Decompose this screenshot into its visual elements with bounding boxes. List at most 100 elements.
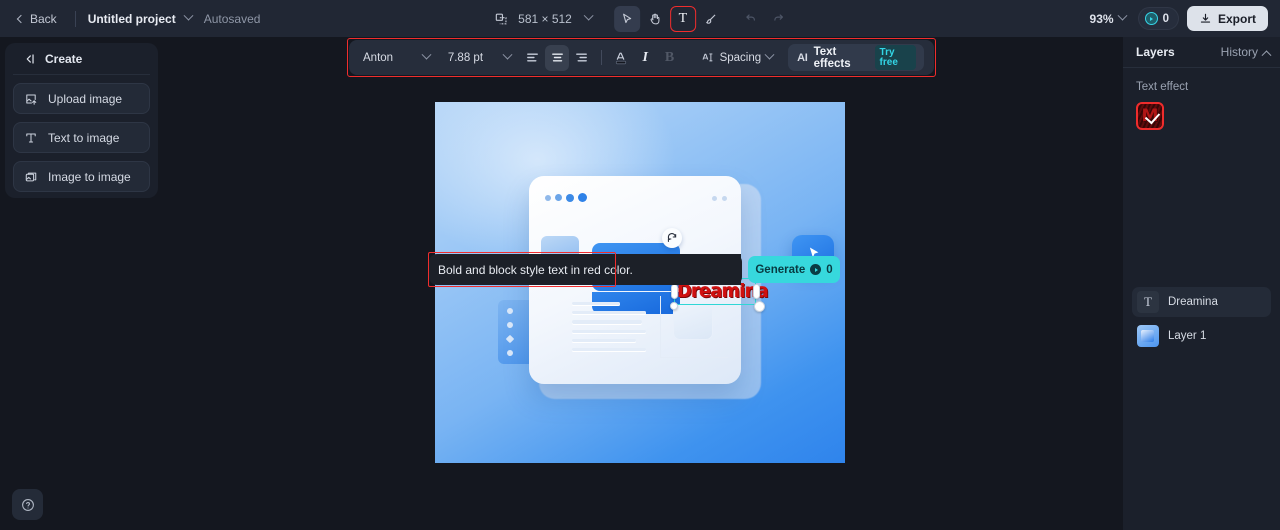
try-free-badge: Try free	[874, 45, 917, 70]
top-bar-right: 93% 0 Export	[1086, 0, 1268, 37]
autosaved-status: Autosaved	[203, 11, 261, 26]
tab-history[interactable]: History	[1220, 45, 1272, 60]
image-to-image-icon	[25, 172, 37, 181]
top-bar-tools: 581 × 512 T	[488, 0, 792, 37]
text-effect-section: Text effect M	[1123, 68, 1280, 130]
zoom-control[interactable]: 93%	[1086, 9, 1130, 29]
generate-button-label: Generate	[755, 263, 806, 276]
generate-credits: 0	[826, 263, 833, 276]
sidebar-item-label: Text to image	[48, 130, 120, 145]
resize-handle-middle-left[interactable]	[670, 284, 678, 299]
font-size-select[interactable]: 7.88 pt	[444, 45, 515, 70]
italic-button[interactable]: I	[633, 45, 657, 71]
text-effect-thumbnail[interactable]: M	[1136, 102, 1164, 130]
text-to-image-icon	[26, 132, 36, 143]
layer-row-layer-1[interactable]: Layer 1	[1132, 321, 1271, 351]
bold-button[interactable]: B	[657, 45, 681, 71]
text-format-toolbar: Anton 7.88 pt I B Spacing AI Text effect…	[349, 40, 934, 75]
top-bar-left: Back Untitled project Autosaved	[0, 8, 260, 30]
create-sidebar: Create Upload image Text to image Image …	[5, 43, 158, 198]
text-tool-label: T	[678, 10, 688, 26]
rotate-icon[interactable]	[662, 228, 682, 248]
help-button[interactable]	[12, 489, 43, 520]
artboard-icon[interactable]	[488, 6, 514, 32]
credit-coin-icon	[810, 264, 822, 275]
sidebar-item-image-to-image[interactable]: Image to image	[13, 161, 150, 192]
font-family-value: Anton	[363, 51, 394, 64]
chevron-down-icon	[1117, 10, 1128, 21]
sidebar-item-label: Upload image	[48, 91, 123, 106]
sidebar-title: Create	[45, 51, 83, 66]
select-tool[interactable]	[613, 5, 640, 32]
text-color-icon	[615, 52, 626, 64]
align-center-button[interactable]	[544, 44, 570, 71]
align-center-icon	[551, 53, 563, 62]
text-color-button[interactable]	[609, 45, 633, 71]
illustration: 8/50 Dreamina	[498, 176, 834, 408]
redo-button[interactable]	[766, 6, 792, 32]
text-lines	[572, 302, 650, 357]
app-root: Back Untitled project Autosaved 581 × 51…	[0, 0, 1280, 530]
right-panel: Layers History Text effect M T Dreamina …	[1123, 37, 1280, 530]
project-menu-button[interactable]	[176, 10, 200, 22]
chevron-left-icon	[16, 14, 26, 23]
text-layer-icon: T	[1137, 291, 1159, 313]
undo-button[interactable]	[738, 6, 764, 32]
tab-layers[interactable]: Layers	[1136, 45, 1175, 59]
sidebar-item-upload-image[interactable]: Upload image	[13, 83, 150, 114]
project-name[interactable]: Untitled project	[88, 12, 176, 26]
resize-handle-bottom-left[interactable]	[670, 302, 678, 310]
spacing-label: Spacing	[719, 51, 762, 64]
window-top-dots	[712, 196, 727, 201]
prompt-input[interactable]: Bold and block style text in red color.	[429, 254, 741, 285]
right-panel-header: Layers History	[1123, 37, 1280, 68]
italic-label: I	[642, 49, 648, 65]
text-tool[interactable]: T	[669, 5, 696, 32]
credits-badge[interactable]: 0	[1137, 7, 1179, 30]
layer-label: Dreamina	[1168, 296, 1218, 308]
sidebar-item-text-to-image[interactable]: Text to image	[13, 122, 150, 153]
text-effect-label: Text effect	[1136, 81, 1189, 93]
chevron-up-icon	[1261, 49, 1272, 60]
brush-tool[interactable]	[698, 6, 724, 32]
resize-handle-bottom-right[interactable]	[754, 301, 765, 312]
align-left-icon	[527, 53, 539, 62]
prompt-value: Bold and block style text in red color.	[438, 262, 633, 277]
image-layer-thumbnail	[1137, 325, 1159, 347]
back-button-label: Back	[30, 11, 57, 26]
divider	[600, 50, 602, 65]
upload-image-icon	[26, 93, 37, 105]
layer-row-dreamina[interactable]: T Dreamina	[1132, 287, 1271, 317]
chevron-down-icon	[583, 10, 594, 21]
font-size-value: 7.88 pt	[447, 51, 484, 64]
ai-badge-label: AI	[797, 51, 808, 64]
collapse-panel-icon	[26, 53, 34, 64]
align-right-icon	[576, 53, 587, 62]
hand-tool[interactable]	[642, 6, 668, 32]
canvas-size-value: 581 × 512	[518, 11, 572, 26]
chevron-down-icon	[502, 49, 513, 60]
chevron-down-icon	[764, 49, 775, 60]
download-icon	[1200, 13, 1211, 23]
bold-label: B	[664, 49, 675, 65]
sidebar-header[interactable]: Create	[13, 43, 150, 75]
export-button[interactable]: Export	[1186, 6, 1268, 31]
ai-text-effects-button[interactable]: AI Text effects Try free	[788, 44, 925, 71]
canvas-size-menu-button[interactable]	[576, 10, 600, 22]
font-family-select[interactable]: Anton	[359, 45, 434, 70]
resize-handle-middle-right[interactable]	[752, 284, 760, 299]
back-button[interactable]: Back	[12, 8, 63, 30]
chevron-down-icon	[183, 10, 194, 21]
help-icon	[21, 498, 34, 511]
generate-button[interactable]: Generate 0	[748, 256, 840, 283]
layer-label: Layer 1	[1168, 330, 1207, 342]
tab-history-label: History	[1220, 45, 1258, 59]
inner-square-shape	[673, 304, 713, 340]
align-right-button[interactable]	[569, 45, 593, 71]
side-tab-shape	[498, 300, 530, 364]
divider	[74, 10, 76, 27]
text-effects-label: Text effects	[813, 45, 851, 70]
spacing-button[interactable]: Spacing	[693, 45, 781, 71]
align-left-button[interactable]	[521, 45, 545, 71]
zoom-level: 93%	[1089, 11, 1114, 26]
